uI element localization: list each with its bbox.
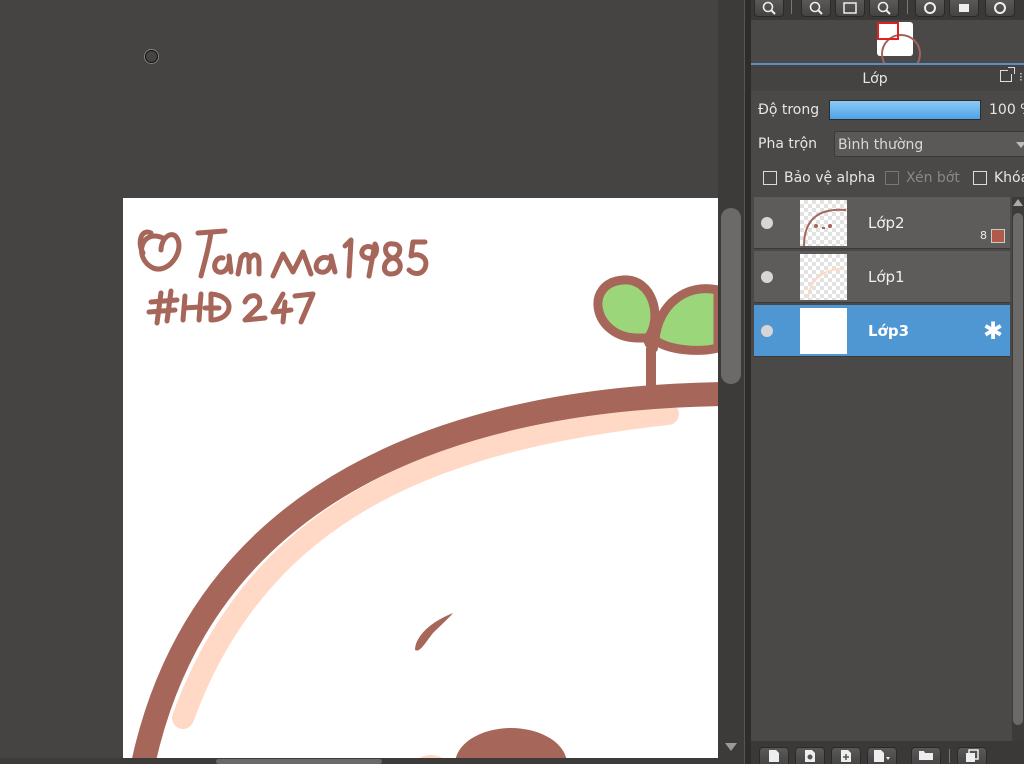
navigator-toolbar xyxy=(751,0,1024,20)
artwork-drawing xyxy=(131,228,718,764)
layer-name: Lớp2 xyxy=(868,214,905,232)
layer-list-scrollbar[interactable] xyxy=(1012,197,1024,741)
scrollbar-thumb[interactable] xyxy=(721,208,741,384)
panel-menu-icon[interactable]: ⁝ xyxy=(1019,70,1024,84)
zoom-in-icon[interactable] xyxy=(754,0,784,17)
view-frame[interactable] xyxy=(877,22,899,40)
scrollbar-thumb[interactable] xyxy=(1013,213,1023,725)
navigator-thumbnail[interactable] xyxy=(877,22,921,74)
lock-label: Khóa xyxy=(994,170,1024,186)
blend-mode-value: Bình thường xyxy=(838,137,924,153)
navigator-preview[interactable] xyxy=(751,20,1024,74)
toolbar-divider xyxy=(791,0,792,14)
opacity-slider[interactable] xyxy=(829,100,981,120)
visibility-eye-icon[interactable] xyxy=(761,325,773,337)
rotate-icon[interactable] xyxy=(915,0,945,17)
zoom-out-icon[interactable] xyxy=(869,0,899,17)
merge-layer-icon[interactable] xyxy=(957,747,987,764)
layer-name: Lớp3 xyxy=(868,322,910,340)
toolbar-divider xyxy=(949,749,950,763)
scroll-down-arrow-icon[interactable] xyxy=(725,743,737,751)
clipping-label: Xén bớt xyxy=(906,170,960,186)
canvas-vertical-scrollbar[interactable] xyxy=(718,0,744,764)
alpha-protect-checkbox[interactable] xyxy=(763,171,777,185)
new-layer-icon[interactable] xyxy=(759,747,789,764)
layer-badge: 8 xyxy=(980,229,987,242)
gear-icon[interactable]: ✱ xyxy=(980,319,1006,345)
blend-mode-label: Pha trộn xyxy=(758,136,818,152)
opacity-value: 100 % xyxy=(989,102,1024,118)
alpha-protect-label: Bảo vệ alpha xyxy=(784,170,876,186)
toolbar-divider xyxy=(907,0,908,14)
scroll-up-arrow-icon[interactable] xyxy=(1013,199,1023,206)
layer-actions-toolbar xyxy=(751,741,1024,764)
brush-cursor-icon xyxy=(145,50,158,63)
lock-checkbox[interactable] xyxy=(973,171,987,185)
popout-icon[interactable] xyxy=(1000,67,1015,82)
panel-splitter[interactable] xyxy=(744,0,751,764)
layer-name: Lớp1 xyxy=(868,268,905,286)
app-window: Lớp ⁝ Độ trong 100 % Pha trộn Bình thườn… xyxy=(0,0,1024,764)
layer-thumbnail xyxy=(800,308,847,354)
layer-thumbnail xyxy=(800,200,847,246)
blend-mode-select[interactable]: Bình thường xyxy=(834,131,1024,157)
visibility-eye-icon[interactable] xyxy=(761,217,773,229)
layer-row[interactable]: Lớp1 xyxy=(754,251,1010,303)
layer-panel: Lớp ⁝ Độ trong 100 % Pha trộn Bình thườn… xyxy=(751,0,1024,764)
clipping-checkbox[interactable] xyxy=(885,171,899,185)
scrollbar-thumb[interactable] xyxy=(216,759,382,764)
layer-panel-header: Lớp ⁝ xyxy=(751,63,1024,91)
head-outline xyxy=(131,382,718,764)
canvas-horizontal-scrollbar[interactable] xyxy=(0,758,718,764)
fit-window-icon[interactable] xyxy=(835,0,865,17)
layer-thumbnail xyxy=(800,254,847,300)
layer-row[interactable]: Lớp3 ✱ xyxy=(754,305,1010,357)
eyebrow-stroke xyxy=(415,613,453,651)
layer-options-dropdown-icon[interactable] xyxy=(867,747,897,764)
flip-icon[interactable] xyxy=(949,0,979,17)
new-halftone-layer-icon[interactable] xyxy=(795,747,825,764)
zoom-in-icon[interactable] xyxy=(801,0,831,17)
layer-row[interactable]: Lớp2 8 xyxy=(754,197,1010,249)
drawing-canvas[interactable] xyxy=(123,198,718,764)
canvas-viewport[interactable] xyxy=(0,0,718,764)
visibility-eye-icon[interactable] xyxy=(761,271,773,283)
opacity-label: Độ trong xyxy=(758,102,820,118)
chevron-down-icon xyxy=(1016,142,1024,148)
duplicate-layer-icon[interactable] xyxy=(831,747,861,764)
folder-icon[interactable] xyxy=(911,747,941,764)
layer-list: Lớp2 8 Lớp1 Lớp3 ✱ xyxy=(754,197,1012,741)
panel-title: Lớp xyxy=(862,71,888,87)
sprout-leaves xyxy=(593,275,718,388)
layer-color-chip xyxy=(991,229,1005,243)
rotate-reset-icon[interactable] xyxy=(985,0,1015,17)
signature-handwriting xyxy=(137,228,429,326)
